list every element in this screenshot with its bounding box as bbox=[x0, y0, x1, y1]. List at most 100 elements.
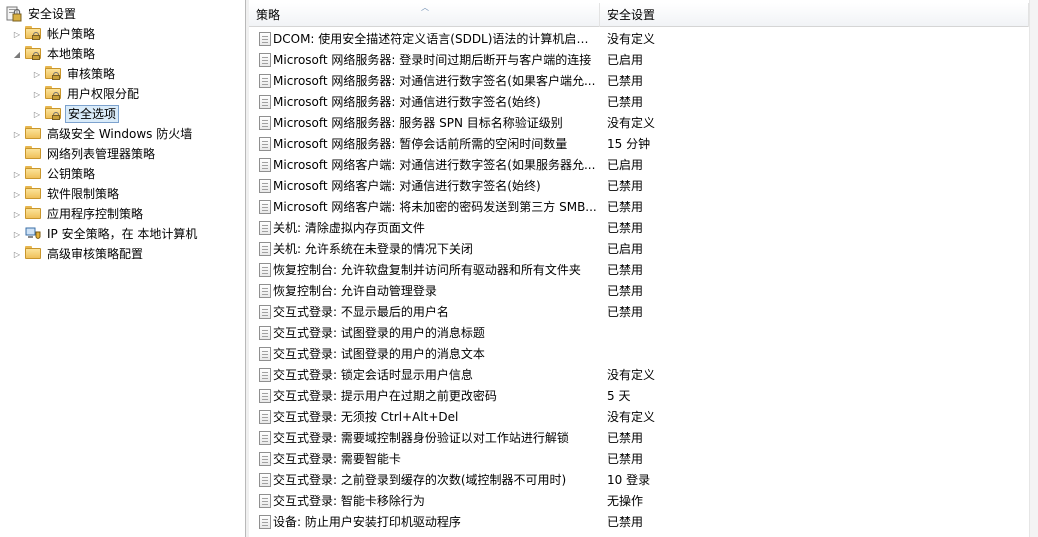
expand-arrow-icon[interactable]: ▷ bbox=[12, 184, 22, 204]
tree-node-advanced-audit[interactable]: ▷ 高级审核策略配置 bbox=[12, 244, 145, 264]
tree-node-application-control[interactable]: ▷ 应用程序控制策略 bbox=[12, 204, 145, 224]
expand-arrow-icon[interactable]: ▷ bbox=[12, 164, 22, 184]
policy-setting: 没有定义 bbox=[607, 116, 656, 130]
table-row[interactable]: Microsoft 网络客户端: 将未加密的密码发送到第三方 SMB... 已禁用 bbox=[249, 197, 1029, 218]
security-policy-window: 安全设置 ▷ 帐户策略 ◢ 本地策略 ▷ 审核策略 ▷ 用户权限分配 ▷ 安全选… bbox=[0, 0, 1038, 537]
folder-icon bbox=[25, 186, 41, 202]
policy-setting: 已启用 bbox=[607, 158, 644, 172]
expand-arrow-icon[interactable]: ▷ bbox=[12, 224, 22, 244]
policy-item-icon bbox=[259, 221, 271, 235]
policy-item-icon bbox=[259, 305, 271, 319]
expand-arrow-icon[interactable]: ▷ bbox=[32, 104, 42, 124]
policy-name: Microsoft 网络客户端: 将未加密的密码发送到第三方 SMB... bbox=[273, 200, 597, 214]
table-row[interactable]: 交互式登录: 提示用户在过期之前更改密码 5 天 bbox=[249, 386, 1029, 407]
policy-setting: 已禁用 bbox=[607, 179, 644, 193]
table-row[interactable]: Microsoft 网络客户端: 对通信进行数字签名(始终) 已禁用 bbox=[249, 176, 1029, 197]
table-row[interactable]: Microsoft 网络服务器: 服务器 SPN 目标名称验证级别 没有定义 bbox=[249, 113, 1029, 134]
policy-setting: 已禁用 bbox=[607, 452, 644, 466]
expand-arrow-icon[interactable]: ▷ bbox=[12, 124, 22, 144]
policy-name: 设备: 防止用户安装打印机驱动程序 bbox=[273, 515, 461, 529]
policy-item-icon bbox=[259, 200, 271, 214]
policy-item-icon bbox=[259, 179, 271, 193]
policy-item-icon bbox=[259, 284, 271, 298]
policy-setting: 已启用 bbox=[607, 242, 644, 256]
policy-item-icon bbox=[259, 515, 271, 529]
folder-icon bbox=[25, 126, 41, 142]
expand-arrow-icon[interactable]: ▷ bbox=[32, 84, 42, 104]
expand-arrow-icon[interactable]: ▷ bbox=[32, 64, 42, 84]
list-header: ︿ 策略 安全设置 bbox=[249, 3, 1029, 27]
tree-node-label: 公钥策略 bbox=[47, 167, 96, 181]
table-row[interactable]: Microsoft 网络客户端: 对通信进行数字签名(如果服务器允... 已启用 bbox=[249, 155, 1029, 176]
policy-name: Microsoft 网络服务器: 登录时间过期后断开与客户端的连接 bbox=[273, 53, 592, 67]
ip-security-icon bbox=[25, 226, 41, 242]
policy-name: 交互式登录: 智能卡移除行为 bbox=[273, 494, 425, 508]
table-row[interactable]: Microsoft 网络服务器: 登录时间过期后断开与客户端的连接 已启用 bbox=[249, 50, 1029, 71]
tree-node-software-restriction[interactable]: ▷ 软件限制策略 bbox=[12, 184, 121, 204]
policy-item-icon bbox=[259, 368, 271, 382]
table-row[interactable]: 恢复控制台: 允许软盘复制并访问所有驱动器和所有文件夹 已禁用 bbox=[249, 260, 1029, 281]
table-row[interactable]: 交互式登录: 需要智能卡 已禁用 bbox=[249, 449, 1029, 470]
table-row[interactable]: Microsoft 网络服务器: 暂停会话前所需的空闲时间数量 15 分钟 bbox=[249, 134, 1029, 155]
policy-name: Microsoft 网络客户端: 对通信进行数字签名(始终) bbox=[273, 179, 541, 193]
tree-node-security-options[interactable]: ▷ 安全选项 bbox=[32, 104, 120, 124]
table-row[interactable]: 交互式登录: 无须按 Ctrl+Alt+Del 没有定义 bbox=[249, 407, 1029, 428]
tree-node-public-key-policies[interactable]: ▷ 公钥策略 bbox=[12, 164, 97, 184]
policy-name: 交互式登录: 需要智能卡 bbox=[273, 452, 401, 466]
tree-node-user-rights-assignment[interactable]: ▷ 用户权限分配 bbox=[32, 84, 141, 104]
tree-node-local-policies[interactable]: ◢ 本地策略 bbox=[12, 44, 97, 64]
table-row[interactable]: Microsoft 网络服务器: 对通信进行数字签名(始终) 已禁用 bbox=[249, 92, 1029, 113]
tree-node-audit-policy[interactable]: ▷ 审核策略 bbox=[32, 64, 117, 84]
policy-name: 交互式登录: 试图登录的用户的消息标题 bbox=[273, 326, 485, 340]
table-row[interactable]: 交互式登录: 之前登录到缓存的次数(域控制器不可用时) 10 登录 bbox=[249, 470, 1029, 491]
expand-arrow-icon[interactable]: ▷ bbox=[12, 204, 22, 224]
tree-node-label: 高级审核策略配置 bbox=[47, 247, 144, 261]
table-row[interactable]: 恢复控制台: 允许自动管理登录 已禁用 bbox=[249, 281, 1029, 302]
table-row[interactable]: DCOM: 使用安全描述符定义语言(SDDL)语法的计算机启动... 没有定义 bbox=[249, 29, 1029, 50]
policy-name: 交互式登录: 需要域控制器身份验证以对工作站进行解锁 bbox=[273, 431, 569, 445]
table-row[interactable]: Microsoft 网络服务器: 对通信进行数字签名(如果客户端允... 已禁用 bbox=[249, 71, 1029, 92]
policy-name: DCOM: 使用安全描述符定义语言(SDDL)语法的计算机启动... bbox=[273, 32, 599, 46]
tree-node-ip-security[interactable]: ▷ IP 安全策略，在 本地计算机 bbox=[12, 224, 199, 244]
folder-lock-icon bbox=[45, 86, 61, 102]
policy-item-icon bbox=[259, 410, 271, 424]
policy-name: 交互式登录: 试图登录的用户的消息文本 bbox=[273, 347, 485, 361]
folder-icon bbox=[25, 146, 41, 162]
policy-list: ︿ 策略 安全设置 DCOM: 使用安全描述符定义语言(SDDL)语法的计算机启… bbox=[249, 0, 1029, 537]
column-header-setting[interactable]: 安全设置 bbox=[600, 3, 1029, 27]
table-row[interactable]: 关机: 清除虚拟内存页面文件 已禁用 bbox=[249, 218, 1029, 239]
policy-name: 交互式登录: 锁定会话时显示用户信息 bbox=[273, 368, 473, 382]
tree-node-account-policies[interactable]: ▷ 帐户策略 bbox=[12, 24, 97, 44]
policy-name: Microsoft 网络服务器: 服务器 SPN 目标名称验证级别 bbox=[273, 116, 563, 130]
table-row[interactable]: 交互式登录: 锁定会话时显示用户信息 没有定义 bbox=[249, 365, 1029, 386]
table-row[interactable]: 交互式登录: 不显示最后的用户名 已禁用 bbox=[249, 302, 1029, 323]
tree-node-label: 高级安全 Windows 防火墙 bbox=[47, 127, 193, 141]
policy-item-icon bbox=[259, 263, 271, 277]
policy-setting: 没有定义 bbox=[607, 32, 656, 46]
policy-item-icon bbox=[259, 326, 271, 340]
policy-setting: 没有定义 bbox=[607, 410, 656, 424]
policy-item-icon bbox=[259, 53, 271, 67]
table-row[interactable]: 交互式登录: 智能卡移除行为 无操作 bbox=[249, 491, 1029, 512]
tree-node-windows-firewall[interactable]: ▷ 高级安全 Windows 防火墙 bbox=[12, 124, 194, 144]
table-row[interactable]: 交互式登录: 试图登录的用户的消息标题 bbox=[249, 323, 1029, 344]
collapse-arrow-icon[interactable]: ◢ bbox=[12, 44, 22, 64]
folder-icon bbox=[25, 166, 41, 182]
policy-item-icon bbox=[259, 137, 271, 151]
table-row[interactable]: 交互式登录: 试图登录的用户的消息文本 bbox=[249, 344, 1029, 365]
expand-arrow-icon[interactable]: ▷ bbox=[12, 244, 22, 264]
table-row[interactable]: 设备: 防止用户安装打印机驱动程序 已禁用 bbox=[249, 512, 1029, 533]
tree-node-network-list-manager[interactable]: 网络列表管理器策略 bbox=[12, 144, 157, 164]
column-header-policy[interactable]: 策略 bbox=[249, 3, 600, 27]
expand-arrow-icon[interactable]: ▷ bbox=[12, 24, 22, 44]
policy-name: Microsoft 网络服务器: 暂停会话前所需的空闲时间数量 bbox=[273, 137, 568, 151]
table-row[interactable]: 关机: 允许系统在未登录的情况下关闭 已启用 bbox=[249, 239, 1029, 260]
tree-node-label: 应用程序控制策略 bbox=[47, 207, 144, 221]
tree-node-label: 网络列表管理器策略 bbox=[47, 147, 156, 161]
policy-item-icon bbox=[259, 32, 271, 46]
tree-node-label: 安全设置 bbox=[28, 7, 77, 21]
vertical-scrollbar[interactable] bbox=[1029, 0, 1038, 537]
policy-setting: 已禁用 bbox=[607, 305, 644, 319]
tree-node-security-settings[interactable]: 安全设置 bbox=[6, 4, 78, 24]
table-row[interactable]: 交互式登录: 需要域控制器身份验证以对工作站进行解锁 已禁用 bbox=[249, 428, 1029, 449]
